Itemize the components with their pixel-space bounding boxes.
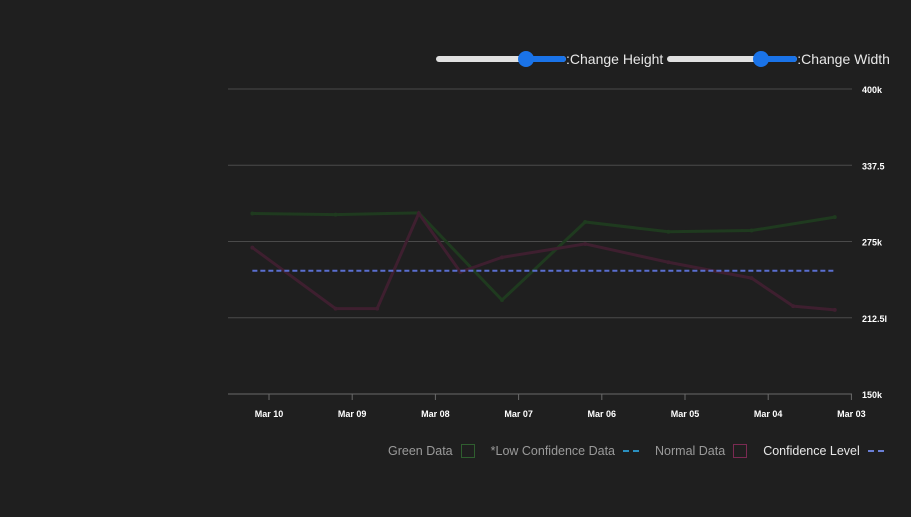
data-point-normal-data [666, 260, 671, 265]
x-tick-label: Mar 08 [421, 409, 450, 419]
legend-item-normal-data[interactable]: Normal Data [655, 444, 748, 458]
data-point-normal-data [583, 241, 588, 246]
data-point-normal-data [250, 245, 255, 250]
line-chart: 400k 337.5 275k 212.5l 150k Mar 10 Mar 09 Mar 0… [228, 85, 887, 419]
chart-legend: Green Data *Low Confidence Data Normal D… [388, 444, 884, 458]
data-point-green-data [250, 211, 255, 216]
data-point-normal-data [333, 306, 338, 311]
data-point-green-data [499, 298, 504, 303]
legend-item-low-confidence-data[interactable]: *Low Confidence Data [490, 444, 640, 458]
data-point-green-data [666, 229, 671, 234]
data-point-green-data [333, 212, 338, 217]
data-point-green-data [749, 228, 754, 233]
data-point-normal-data [375, 306, 380, 311]
data-point-green-data [583, 219, 588, 224]
y-tick-label: 337.5 [862, 161, 885, 171]
y-tick-label: 400k [862, 85, 883, 95]
data-point-normal-data [499, 255, 504, 260]
x-tick-label: Mar 03 [837, 409, 866, 419]
legend-swatch [623, 450, 640, 452]
y-tick-label: 212.5l [862, 314, 887, 324]
x-tick-label: Mar 10 [255, 409, 284, 419]
data-point-normal-data [416, 211, 421, 216]
x-tick-label: Mar 04 [754, 409, 783, 419]
legend-label: Green Data [388, 444, 453, 458]
x-tick-label: Mar 07 [504, 409, 533, 419]
data-point-normal-data [791, 304, 796, 309]
series-line-green-data [252, 211, 835, 303]
x-tick-label: Mar 06 [588, 409, 617, 419]
legend-label: *Low Confidence Data [490, 444, 616, 458]
legend-swatch [460, 444, 475, 458]
y-tick-label: 275k [862, 238, 883, 248]
legend-label: Normal Data [655, 444, 726, 458]
data-point-normal-data [832, 307, 837, 312]
data-point-normal-data [749, 276, 754, 281]
legend-item-green-data[interactable]: Green Data [388, 444, 475, 458]
legend-label: Confidence Level [763, 444, 860, 458]
legend-item-confidence-level[interactable]: Confidence Level [763, 444, 884, 458]
data-point-green-data [832, 215, 837, 220]
legend-swatch [733, 444, 748, 458]
x-tick-label: Mar 05 [671, 409, 700, 419]
legend-swatch [867, 450, 884, 452]
y-tick-label: 150k [862, 390, 883, 400]
x-tick-label: Mar 09 [338, 409, 367, 419]
